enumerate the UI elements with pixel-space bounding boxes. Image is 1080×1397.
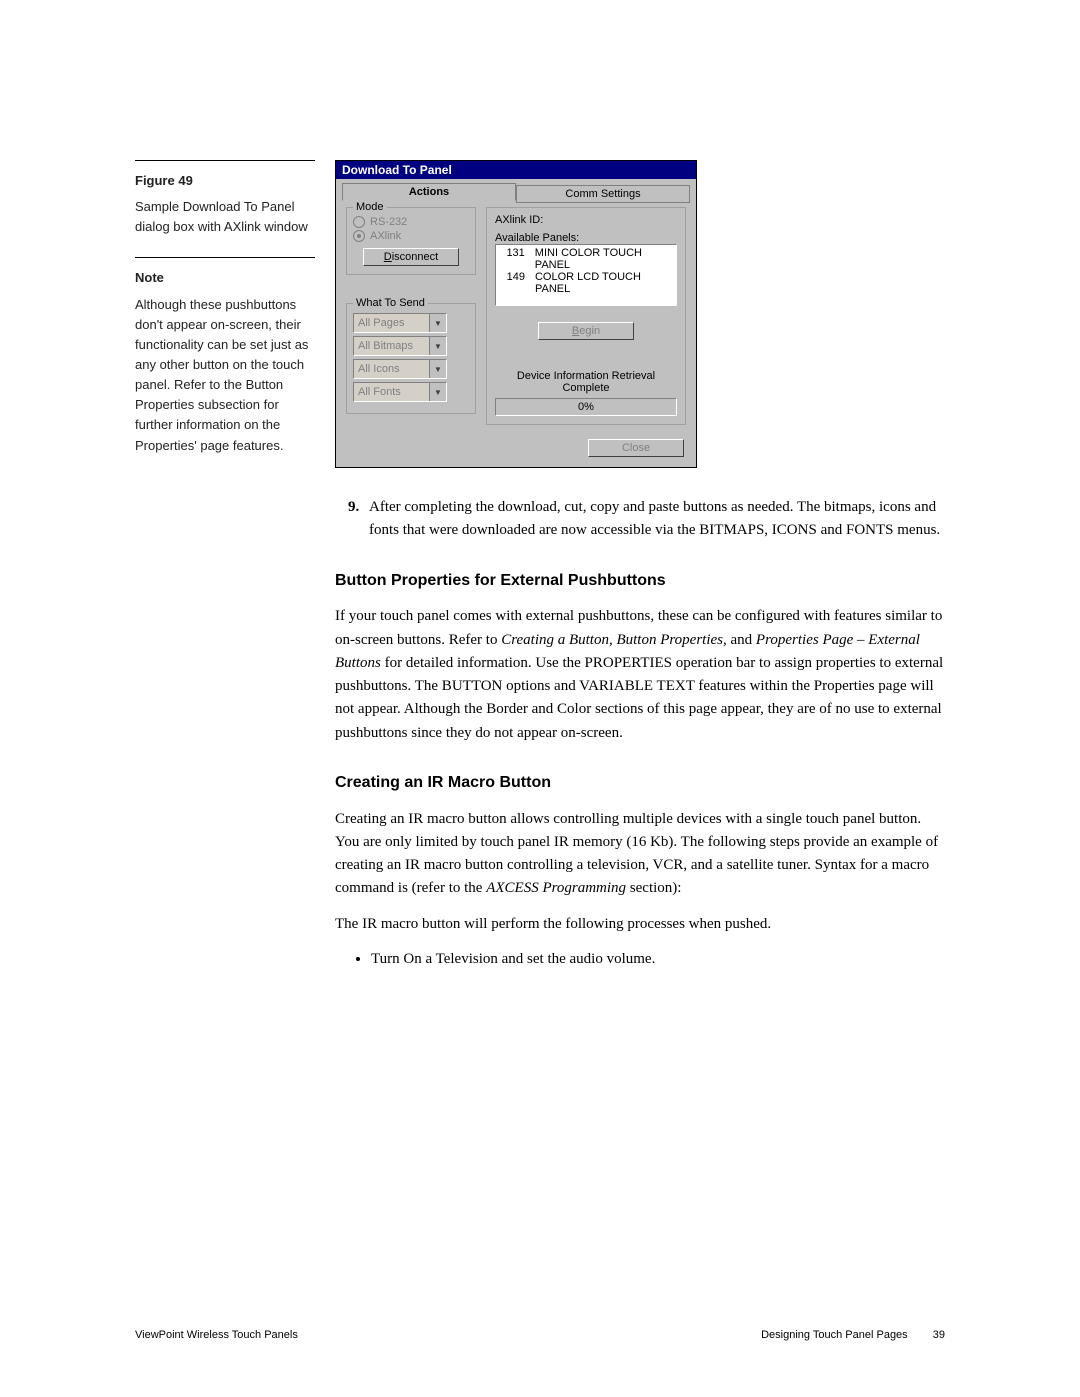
page-footer: ViewPoint Wireless Touch Panels Designin…	[135, 1329, 945, 1341]
axlink-group: AXlink ID: Available Panels: 131 MINI CO…	[486, 207, 686, 425]
italic-run: AXCESS Programming	[486, 880, 626, 896]
what-to-send-legend: What To Send	[353, 297, 428, 309]
combo-value: All Bitmaps	[354, 340, 429, 352]
note-body: Although these pushbuttons don't appear …	[135, 295, 315, 456]
paragraph: Creating an IR macro button allows contr…	[335, 808, 945, 901]
heading-ir-macro: Creating an IR Macro Button	[335, 771, 945, 796]
paragraph: If your touch panel comes with external …	[335, 605, 945, 745]
available-panels-label: Available Panels:	[495, 232, 677, 244]
mode-radio-rs232-label: RS-232	[370, 216, 407, 228]
document-page: Figure 49 Sample Download To Panel dialo…	[0, 0, 1080, 1397]
combo-value: All Icons	[354, 363, 429, 375]
upper-row: Figure 49 Sample Download To Panel dialo…	[135, 160, 945, 468]
disconnect-button[interactable]: Disconnect	[363, 248, 459, 266]
heading-button-properties: Button Properties for External Pushbutto…	[335, 569, 945, 594]
mode-groupbox: Mode RS-232 AXlink Disconnect	[346, 207, 476, 275]
italic-run: Creating a Button, Button Properties,	[501, 632, 727, 648]
chevron-down-icon: ▼	[429, 360, 446, 378]
list-item[interactable]: 131 MINI COLOR TOUCH PANEL	[498, 247, 674, 271]
lower-row: After completing the download, cut, copy…	[135, 468, 945, 971]
chevron-down-icon: ▼	[429, 383, 446, 401]
what-to-send-groupbox: What To Send All Pages ▼ All Bitmaps ▼ A…	[346, 303, 476, 414]
radio-icon	[353, 230, 365, 242]
axlink-id-label: AXlink ID:	[495, 214, 677, 226]
progress-value: 0%	[578, 401, 594, 413]
note-label: Note	[135, 268, 315, 288]
figure-label: Figure 49	[135, 171, 315, 191]
available-panels-list[interactable]: 131 MINI COLOR TOUCH PANEL 149 COLOR LCD…	[495, 244, 677, 306]
dialog-title: Download To Panel	[336, 161, 696, 179]
footer-left: ViewPoint Wireless Touch Panels	[135, 1329, 298, 1341]
status-text: Device Information Retrieval Complete	[495, 370, 677, 394]
list-item[interactable]: 149 COLOR LCD TOUCH PANEL	[498, 271, 674, 295]
margin-notes: Figure 49 Sample Download To Panel dialo…	[135, 160, 315, 456]
combo-all-icons[interactable]: All Icons ▼	[353, 359, 447, 379]
mode-radio-axlink[interactable]: AXlink	[353, 230, 469, 242]
mode-radio-axlink-label: AXlink	[370, 230, 401, 242]
footer-section: Designing Touch Panel Pages	[761, 1329, 908, 1341]
step-9-text: After completing the download, cut, copy…	[369, 499, 940, 538]
text-run: section):	[626, 880, 681, 896]
body-text: After completing the download, cut, copy…	[335, 496, 945, 971]
radio-icon	[353, 216, 365, 228]
combo-all-pages[interactable]: All Pages ▼	[353, 313, 447, 333]
text-run: and	[727, 632, 756, 648]
begin-button[interactable]: Begin	[538, 322, 634, 340]
mode-legend: Mode	[353, 201, 387, 213]
dialog-left-column: Mode RS-232 AXlink Disconnect	[346, 207, 476, 425]
paragraph: The IR macro button will perform the fol…	[335, 913, 945, 936]
panel-name: MINI COLOR TOUCH PANEL	[535, 247, 674, 271]
footer-right: Designing Touch Panel Pages 39	[761, 1329, 945, 1341]
panel-id: 149	[498, 271, 525, 295]
bullet-item: Turn On a Television and set the audio v…	[371, 948, 945, 971]
step-9: After completing the download, cut, copy…	[363, 496, 945, 543]
tab-strip: Actions Comm Settings	[336, 179, 696, 201]
figure-caption: Sample Download To Panel dialog box with…	[135, 197, 315, 237]
combo-value: All Fonts	[354, 386, 429, 398]
chevron-down-icon: ▼	[429, 314, 446, 332]
chevron-down-icon: ▼	[429, 337, 446, 355]
download-to-panel-dialog: Download To Panel Actions Comm Settings …	[335, 160, 697, 468]
dialog-footer: Close	[336, 431, 696, 467]
combo-all-fonts[interactable]: All Fonts ▼	[353, 382, 447, 402]
dialog-body: Mode RS-232 AXlink Disconnect	[336, 201, 696, 431]
page-number: 39	[933, 1329, 945, 1341]
combo-all-bitmaps[interactable]: All Bitmaps ▼	[353, 336, 447, 356]
close-button[interactable]: Close	[588, 439, 684, 457]
panel-name: COLOR LCD TOUCH PANEL	[535, 271, 674, 295]
tab-comm-settings[interactable]: Comm Settings	[516, 185, 690, 203]
text-run: for detailed information. Use the PROPER…	[335, 655, 943, 741]
progress-bar: 0%	[495, 398, 677, 416]
panel-id: 131	[498, 247, 525, 271]
dialog-right-column: AXlink ID: Available Panels: 131 MINI CO…	[486, 207, 686, 425]
mode-radio-rs232[interactable]: RS-232	[353, 216, 469, 228]
tab-actions[interactable]: Actions	[342, 183, 516, 201]
combo-value: All Pages	[354, 317, 429, 329]
